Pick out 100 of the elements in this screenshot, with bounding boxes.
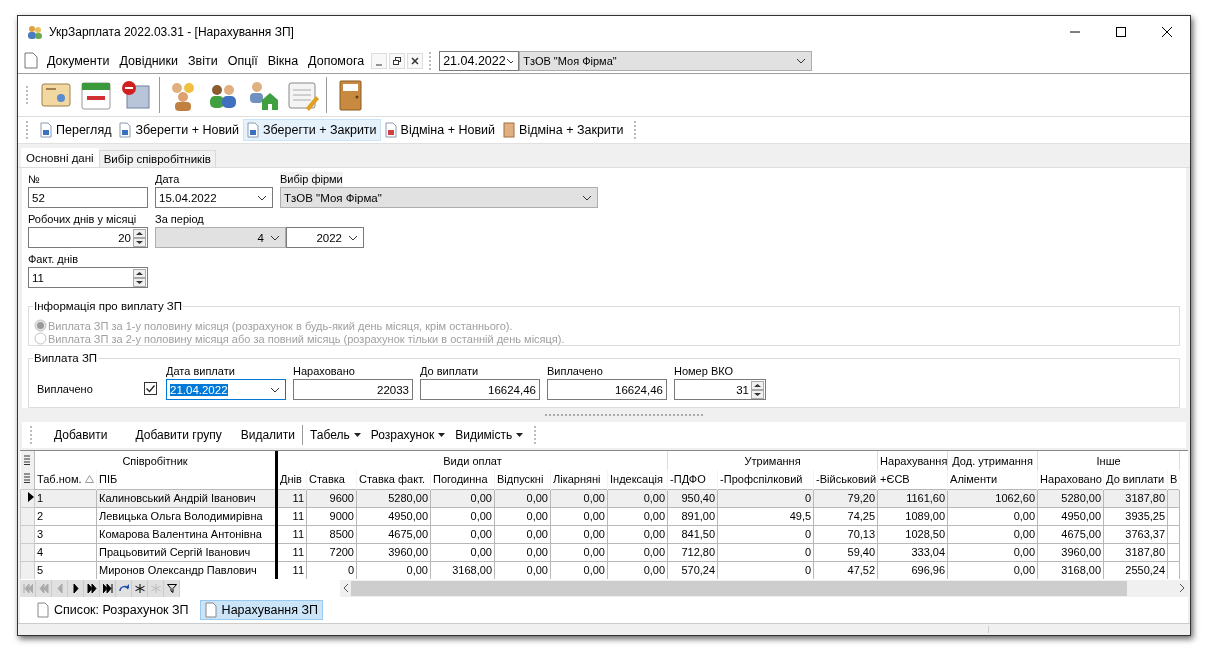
number-field[interactable]: 52	[28, 187, 148, 208]
document-icon	[384, 122, 397, 138]
close-icon	[1161, 26, 1173, 38]
next-page-button[interactable]	[84, 579, 100, 597]
table-cell: 70,13	[813, 525, 878, 543]
field-label: Робочих днів у місяці	[28, 212, 138, 227]
amount-field[interactable]: 22033	[293, 379, 413, 400]
year-dropdown[interactable]: 2022	[286, 227, 364, 248]
minimize-icon	[1069, 31, 1081, 33]
number-spinner[interactable]: 11	[28, 267, 148, 288]
column-header[interactable]: Нараховано	[1037, 470, 1104, 489]
table-cell: 2	[34, 507, 97, 525]
table-cell: 3960,00	[356, 543, 431, 561]
column-header[interactable]: Ставка факт.	[356, 470, 431, 489]
toolbar-button[interactable]: Відміна + Новий	[380, 119, 500, 141]
table-cell: 1161,60	[877, 489, 948, 507]
column-header[interactable]: Відпускні	[494, 470, 551, 489]
table-cell: 333,04	[877, 543, 948, 561]
amount-field[interactable]: 16624,46	[420, 379, 540, 400]
column-header[interactable]: Індексація	[607, 470, 668, 489]
toolbar-button[interactable]: Відміна + Закрити	[499, 119, 628, 141]
table-cell: 0,00	[607, 489, 668, 507]
row-pointer-icon[interactable]	[20, 489, 35, 507]
column-header[interactable]: +ЄСВ	[877, 470, 948, 489]
field-label: Дата виплати	[166, 364, 236, 379]
column-header[interactable]: Лікарняні	[550, 470, 608, 489]
field-label: Нараховано	[293, 364, 356, 379]
dropdown-button[interactable]: Розрахунок	[365, 424, 451, 446]
column-header[interactable]: Аліменти	[947, 470, 1038, 489]
menu-item[interactable]: Допомога	[303, 53, 370, 68]
document-icon	[247, 122, 259, 138]
column-header[interactable]: Таб.ном.	[34, 470, 97, 489]
refresh-button[interactable]	[116, 579, 132, 597]
number-spinner[interactable]: 20	[28, 227, 148, 248]
spin-arrows-icon	[133, 268, 146, 287]
date-dropdown[interactable]: 15.04.2022	[155, 187, 273, 208]
table-cell: 7200	[306, 543, 357, 561]
table-cell: 0,00	[430, 507, 495, 525]
table-cell: 59,40	[813, 543, 878, 561]
toolbar-button[interactable]: Зберегти + Закрити	[243, 119, 381, 141]
table-cell: 4	[34, 543, 97, 561]
toolbar-button[interactable]: Зберегти + Новий	[115, 119, 243, 141]
tab[interactable]: Вибір співробітників	[98, 150, 216, 167]
first-record-button[interactable]	[20, 579, 36, 597]
close-button[interactable]	[407, 52, 424, 69]
menu-item[interactable]: Вікна	[262, 53, 304, 68]
table-cell: 0	[717, 525, 814, 543]
column-header[interactable]: ПІБ	[96, 470, 277, 489]
restore-button[interactable]	[389, 52, 406, 69]
dropdown-button[interactable]: Табель	[305, 424, 366, 446]
number-spinner[interactable]: 31	[674, 379, 766, 400]
table-cell: 11	[276, 489, 307, 507]
table-cell: 8500	[306, 525, 357, 543]
document-tab[interactable]: Список: Розрахунок ЗП	[32, 600, 194, 620]
column-header[interactable]: Погодинна	[430, 470, 495, 489]
field-label: Номер ВКО	[674, 364, 735, 379]
column-header[interactable]: -ПДФО	[667, 470, 718, 489]
filter-button[interactable]	[164, 579, 180, 597]
month-dropdown[interactable]: 4	[155, 227, 286, 248]
menu-item[interactable]: Довідники	[114, 53, 184, 68]
document-tab[interactable]: Нарахування ЗП	[199, 600, 324, 620]
date-dropdown[interactable]: 21.04.2022	[439, 50, 520, 71]
menu-item[interactable]: Опції	[222, 53, 263, 68]
column-header[interactable]: -Військовий	[813, 470, 878, 489]
company-dropdown[interactable]: ТзОВ "Моя Фірма"	[280, 187, 598, 208]
table-cell: 1028,50	[877, 525, 948, 543]
table-cell: 712,80	[667, 543, 718, 561]
tab[interactable]: Основні дані	[21, 148, 99, 167]
column-header[interactable]: -Профспілковий	[717, 470, 814, 489]
table-cell: 4675,00	[1037, 525, 1104, 543]
previous-page-button[interactable]	[36, 579, 52, 597]
toolbar-button[interactable]: Добавити групу	[121, 424, 236, 446]
table-cell: 0,00	[550, 525, 608, 543]
column-chooser-icon[interactable]	[20, 470, 35, 489]
horizontal-scrollbar[interactable]	[340, 579, 1188, 597]
date-dropdown[interactable]: 21.04.2022	[166, 379, 286, 400]
company-dropdown[interactable]: ТзОВ "Моя Фірма"	[519, 50, 813, 71]
menu-item[interactable]: Документи	[42, 53, 115, 68]
table-cell: 0,00	[550, 507, 608, 525]
column-chooser-icon[interactable]	[20, 451, 35, 470]
amount-field[interactable]: 16624,46	[547, 379, 667, 400]
table-cell: 0,00	[430, 543, 495, 561]
checkbox[interactable]	[144, 382, 157, 395]
column-header[interactable]: Днів	[276, 470, 307, 489]
dropdown-button[interactable]: Видимість	[450, 424, 529, 446]
toolbar-button[interactable]: Перегляд	[36, 119, 116, 141]
last-record-button[interactable]	[100, 579, 116, 597]
group-title: Виплата ЗП	[33, 351, 99, 365]
box-icon	[503, 122, 516, 138]
toolbar-button[interactable]: Добавити	[40, 424, 122, 446]
column-header[interactable]: Ставка	[306, 470, 357, 489]
splitter-handle[interactable]	[544, 413, 704, 417]
table-cell: Працьовитий Сергій Іванович	[96, 543, 277, 561]
table-cell: 3187,80	[1103, 489, 1168, 507]
window-title: УкрЗарплата 2022.03.31 - [Нарахування ЗП]	[49, 25, 294, 39]
column-header[interactable]: До виплати	[1103, 470, 1168, 489]
insert-button[interactable]	[132, 579, 148, 597]
menu-item[interactable]: Звіти	[183, 53, 223, 68]
toolbar-button[interactable]: Видалити	[235, 424, 300, 446]
minimize-icon	[376, 63, 383, 66]
